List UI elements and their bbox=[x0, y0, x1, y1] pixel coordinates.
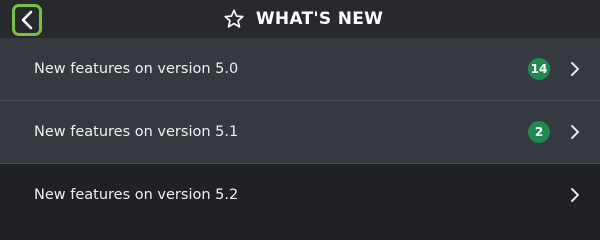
list-item-label: New features on version 5.2 bbox=[34, 187, 239, 203]
chevron-right-icon bbox=[571, 125, 579, 139]
list-item-version-5-2[interactable]: New features on version 5.2 bbox=[0, 164, 600, 226]
list-item-version-5-1[interactable]: New features on version 5.1 2 bbox=[0, 101, 600, 164]
title-text: WHAT'S NEW bbox=[255, 9, 384, 29]
page-title: WHAT'S NEW bbox=[0, 0, 600, 38]
chevron-right-icon bbox=[571, 62, 579, 76]
whats-new-list: New features on version 5.0 14 New featu… bbox=[0, 38, 600, 226]
list-item-label: New features on version 5.0 bbox=[34, 61, 239, 77]
list-item-version-5-0[interactable]: New features on version 5.0 14 bbox=[0, 38, 600, 101]
list-item-label: New features on version 5.1 bbox=[34, 124, 239, 140]
header-bar: WHAT'S NEW bbox=[0, 0, 600, 38]
star-icon bbox=[224, 9, 244, 28]
count-badge: 14 bbox=[528, 58, 550, 80]
chevron-right-icon bbox=[571, 188, 579, 202]
count-badge: 2 bbox=[528, 121, 550, 143]
